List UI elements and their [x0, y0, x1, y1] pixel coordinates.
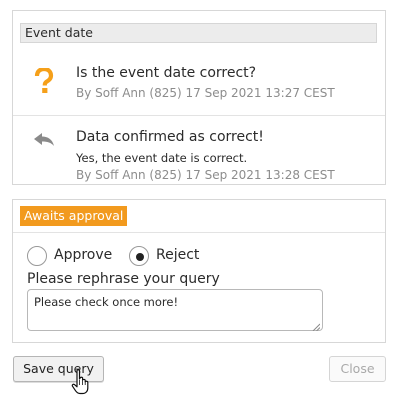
resize-grip-icon[interactable]: [312, 320, 321, 332]
rephrase-text[interactable]: Please check once more!: [34, 295, 178, 309]
reject-radio-label[interactable]: Reject: [156, 247, 199, 263]
query-question-item: Is the event date correct? By Soff Ann (…: [13, 55, 385, 115]
reject-radio-circle[interactable]: [129, 246, 149, 266]
approve-radio-circle[interactable]: [27, 246, 47, 266]
reply-meta: By Soff Ann (825) 17 Sep 2021 13:28 CEST: [76, 168, 335, 182]
question-meta: By Soff Ann (825) 17 Sep 2021 13:27 CEST: [76, 86, 335, 100]
hand-pointer-icon: [71, 369, 91, 395]
approval-divider: [13, 232, 385, 233]
reply-title: Data confirmed as correct!: [76, 129, 264, 145]
reply-arrow-icon: [33, 132, 55, 158]
reject-radio[interactable]: Reject: [129, 246, 221, 268]
rephrase-textarea[interactable]: Please check once more!: [27, 289, 323, 332]
radio-selected-dot: [136, 253, 144, 261]
question-title: Is the event date correct?: [76, 65, 257, 81]
query-thread-panel: Event date Is the event date correct? By…: [12, 10, 386, 185]
reply-body: Yes, the event date is correct.: [76, 151, 248, 165]
approve-radio[interactable]: Approve: [27, 246, 119, 268]
rephrase-label: Please rephrase your query: [27, 271, 220, 287]
question-mark-icon: [33, 66, 55, 94]
status-badge: Awaits approval: [20, 206, 128, 226]
approval-panel: Awaits approval Approve Reject Please re…: [12, 199, 386, 343]
query-reply-item: Data confirmed as correct! Yes, the even…: [13, 115, 385, 182]
approve-radio-label[interactable]: Approve: [54, 247, 112, 263]
section-header: Event date: [20, 23, 377, 43]
close-button[interactable]: Close: [329, 356, 386, 382]
